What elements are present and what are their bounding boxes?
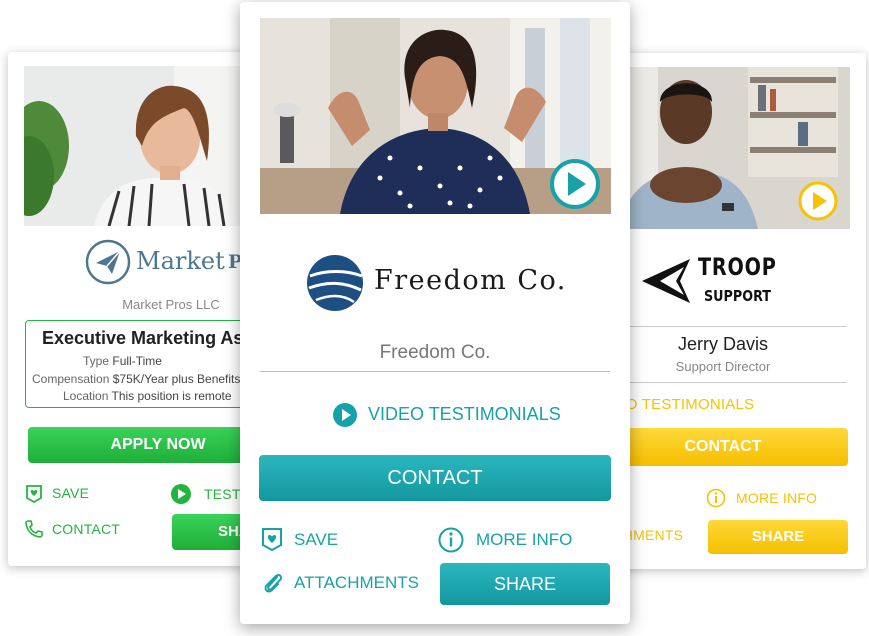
paperclip-icon <box>264 573 283 593</box>
troop-support-logo: TROOP SUPPORT <box>640 253 810 313</box>
logo-text-troop: TROOP <box>698 253 777 281</box>
speaker-photo <box>598 67 850 229</box>
profile-card-troop-support: TROOP SUPPORT Jerry Davis Support Direct… <box>598 53 866 569</box>
job-location: Location This position is remote <box>63 389 232 403</box>
save-button[interactable]: SAVE <box>260 527 380 553</box>
apply-now-button[interactable]: APPLY NOW <box>28 427 272 463</box>
job-compensation: Compensation $75K/Year plus Benefits <box>32 372 241 386</box>
person-name: Jerry Davis <box>677 334 768 354</box>
contact-label: CONTACT <box>52 521 121 537</box>
save-heart-icon <box>26 485 42 504</box>
share-button[interactable]: SHARE <box>440 563 610 605</box>
speaker-photo <box>260 18 611 214</box>
contact-button[interactable]: CONTACT <box>598 428 848 466</box>
divider <box>598 382 847 383</box>
save-label: SAVE <box>294 530 339 549</box>
logo-text-support: SUPPORT <box>704 287 772 305</box>
divider <box>260 371 610 372</box>
info-icon <box>706 488 726 508</box>
play-icon[interactable] <box>549 158 601 210</box>
globe-logo-icon <box>307 255 363 311</box>
attachments-button[interactable]: ATTACHMENTS <box>262 570 432 596</box>
play-icon <box>171 484 191 504</box>
video-testimonials-label: VIDEO TESTIMONIALS <box>368 404 561 424</box>
more-info-label: MORE INFO <box>476 530 573 549</box>
info-icon <box>438 527 464 553</box>
save-heart-icon <box>262 528 282 552</box>
job-details-box: Executive Marketing Assistant Type Full-… <box>25 320 272 408</box>
phone-icon <box>25 520 43 538</box>
job-title: Executive Marketing Assistant <box>42 328 272 348</box>
share-button[interactable]: SHARE <box>708 520 848 554</box>
job-type: Type Full-Time <box>83 354 162 368</box>
person-role: Support Director <box>675 359 771 374</box>
more-info-label: MORE INFO <box>736 490 818 506</box>
troop-logo-icon <box>642 259 690 303</box>
company-name: Freedom Co. <box>379 342 491 363</box>
freedom-co-logo: Freedom Co. <box>306 252 576 314</box>
more-info-button[interactable]: MORE INFO <box>438 526 598 554</box>
paper-plane-icon <box>85 239 131 285</box>
save-label: SAVE <box>52 485 90 501</box>
candidate-photo <box>24 66 272 226</box>
logo-text: Freedom Co. <box>374 265 567 296</box>
contact-button[interactable]: CONTACT <box>259 455 611 501</box>
logo-text-market: Market <box>136 247 225 275</box>
more-info-button[interactable]: MORE INFO <box>706 488 846 508</box>
profile-card-freedom-co: Freedom Co. Freedom Co. VIDEO TESTIMONIA… <box>240 2 630 624</box>
video-testimonials-button[interactable]: VIDEO TESTIMONIALS <box>332 402 582 428</box>
play-icon <box>333 403 357 427</box>
attachments-label: ATTACHMENTS <box>294 573 419 592</box>
play-icon[interactable] <box>798 181 838 221</box>
job-card-market-pros: Market Pros Market Pros LLC Executive Ma… <box>8 52 272 566</box>
company-name: Market Pros LLC <box>122 297 220 312</box>
divider <box>598 326 847 327</box>
